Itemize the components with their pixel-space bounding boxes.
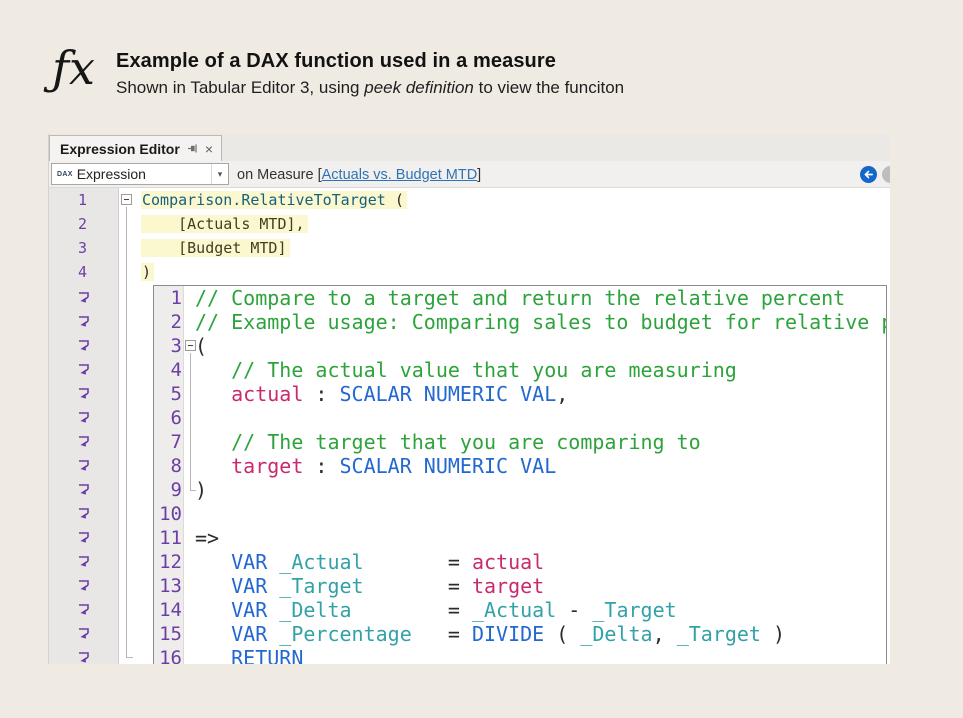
peek-code-line[interactable]: 15 VAR _Percentage = DIVIDE ( _Delta, _T… [154, 622, 886, 646]
chevron-down-icon[interactable]: ▾ [211, 164, 228, 184]
peek-line-number: 11 [154, 526, 182, 550]
forward-button[interactable] [882, 166, 890, 183]
context-prefix: on Measure [ [237, 167, 322, 183]
subtitle-prefix: Shown in Tabular Editor 3, using [116, 78, 364, 97]
peek-code-line[interactable]: 1// Compare to a target and return the r… [154, 286, 886, 310]
line-wrap-marker [77, 410, 91, 424]
line-number: 2 [49, 212, 87, 236]
peek-line-number: 6 [154, 406, 182, 430]
peek-code-line[interactable]: 11=> [154, 526, 886, 550]
measure-link[interactable]: Actuals vs. Budget MTD [322, 167, 478, 183]
subtitle-italic: peek definition [364, 78, 474, 97]
page-subtitle: Shown in Tabular Editor 3, using peek de… [116, 78, 624, 98]
subtitle-suffix: to view the funciton [474, 78, 624, 97]
line-wrap-marker [77, 338, 91, 352]
peek-code-line[interactable]: 14 VAR _Delta = _Actual - _Target [154, 598, 886, 622]
line-wrap-marker [77, 458, 91, 472]
line-number: 3 [49, 236, 87, 260]
nav-buttons [850, 161, 890, 188]
peek-line-number: 3 [154, 334, 182, 358]
line-wrap-marker [77, 386, 91, 400]
line-wrap-marker [77, 290, 91, 304]
line-wrap-marker [77, 506, 91, 520]
peek-definition-panel[interactable]: 1// Compare to a target and return the r… [153, 285, 887, 664]
slide-header: ƒx Example of a DAX function used in a m… [52, 42, 624, 98]
peek-code-line[interactable]: 7 // The target that you are comparing t… [154, 430, 886, 454]
line-wrap-marker [77, 650, 91, 664]
peek-code-line[interactable]: 5 actual : SCALAR NUMERIC VAL, [154, 382, 886, 406]
peek-line-number: 9 [154, 478, 182, 502]
line-wrap-marker [77, 602, 91, 616]
peek-line-number: 2 [154, 310, 182, 334]
line-number: 4 [49, 260, 87, 284]
peek-code-line[interactable]: 8 target : SCALAR NUMERIC VAL [154, 454, 886, 478]
peek-code-line[interactable]: 12 VAR _Actual = actual [154, 550, 886, 574]
dropdown-selected-value: Expression [77, 166, 211, 182]
peek-line-number: 12 [154, 550, 182, 574]
peek-code-line[interactable]: 9) [154, 478, 886, 502]
line-wrap-marker [77, 530, 91, 544]
fx-function-icon: ƒx [52, 42, 116, 98]
peek-code-line[interactable]: 16 RETURN [154, 646, 886, 664]
peek-code-line[interactable]: 2// Example usage: Comparing sales to bu… [154, 310, 886, 334]
code-line[interactable]: Comparison.RelativeToTarget ( [141, 188, 407, 212]
line-number-gutter: 1234 [49, 188, 119, 664]
dax-code-editor[interactable]: 1234 Comparison.RelativeToTarget ( [Actu… [49, 188, 890, 664]
peek-line-number: 13 [154, 574, 182, 598]
peek-code-line[interactable]: 10 [154, 502, 886, 526]
peek-line-number: 14 [154, 598, 182, 622]
code-folding-column [119, 188, 141, 664]
peek-code-line[interactable]: 3( [154, 334, 886, 358]
back-button[interactable] [860, 166, 877, 183]
close-icon[interactable]: × [205, 142, 213, 156]
fold-collapse-box[interactable] [121, 194, 132, 205]
expression-type-dropdown[interactable]: DAX Expression ▾ [51, 163, 229, 185]
line-number: 1 [49, 188, 87, 212]
peek-line-number: 8 [154, 454, 182, 478]
dax-language-badge: DAX [52, 171, 77, 178]
measure-context: on Measure [Actuals vs. Budget MTD] [237, 161, 481, 188]
pin-icon[interactable] [187, 143, 198, 154]
peek-code-line[interactable]: 4 // The actual value that you are measu… [154, 358, 886, 382]
line-wrap-marker [77, 362, 91, 376]
context-suffix: ] [477, 167, 481, 183]
page-title: Example of a DAX function used in a meas… [116, 50, 624, 73]
peek-line-number: 10 [154, 502, 182, 526]
peek-line-number: 15 [154, 622, 182, 646]
peek-line-number: 7 [154, 430, 182, 454]
peek-code-line[interactable]: 6 [154, 406, 886, 430]
tab-expression-editor[interactable]: Expression Editor × [49, 135, 222, 161]
peek-line-number: 16 [154, 646, 182, 664]
code-line[interactable]: [Budget MTD] [141, 236, 290, 260]
line-wrap-marker [77, 626, 91, 640]
tab-bar: Expression Editor × [49, 134, 890, 161]
expression-editor-window: Expression Editor × DAX Expression ▾ on … [48, 134, 890, 664]
code-line[interactable]: ) [141, 260, 154, 284]
code-line[interactable]: [Actuals MTD], [141, 212, 308, 236]
peek-line-number: 1 [154, 286, 182, 310]
line-wrap-marker [77, 578, 91, 592]
line-wrap-marker [77, 314, 91, 328]
toolbar: DAX Expression ▾ on Measure [Actuals vs.… [49, 161, 890, 188]
line-wrap-marker [77, 434, 91, 448]
tab-label: Expression Editor [60, 141, 180, 157]
peek-line-number: 4 [154, 358, 182, 382]
peek-code-line[interactable]: 13 VAR _Target = target [154, 574, 886, 598]
peek-line-number: 5 [154, 382, 182, 406]
line-wrap-marker [77, 554, 91, 568]
line-wrap-marker [77, 482, 91, 496]
